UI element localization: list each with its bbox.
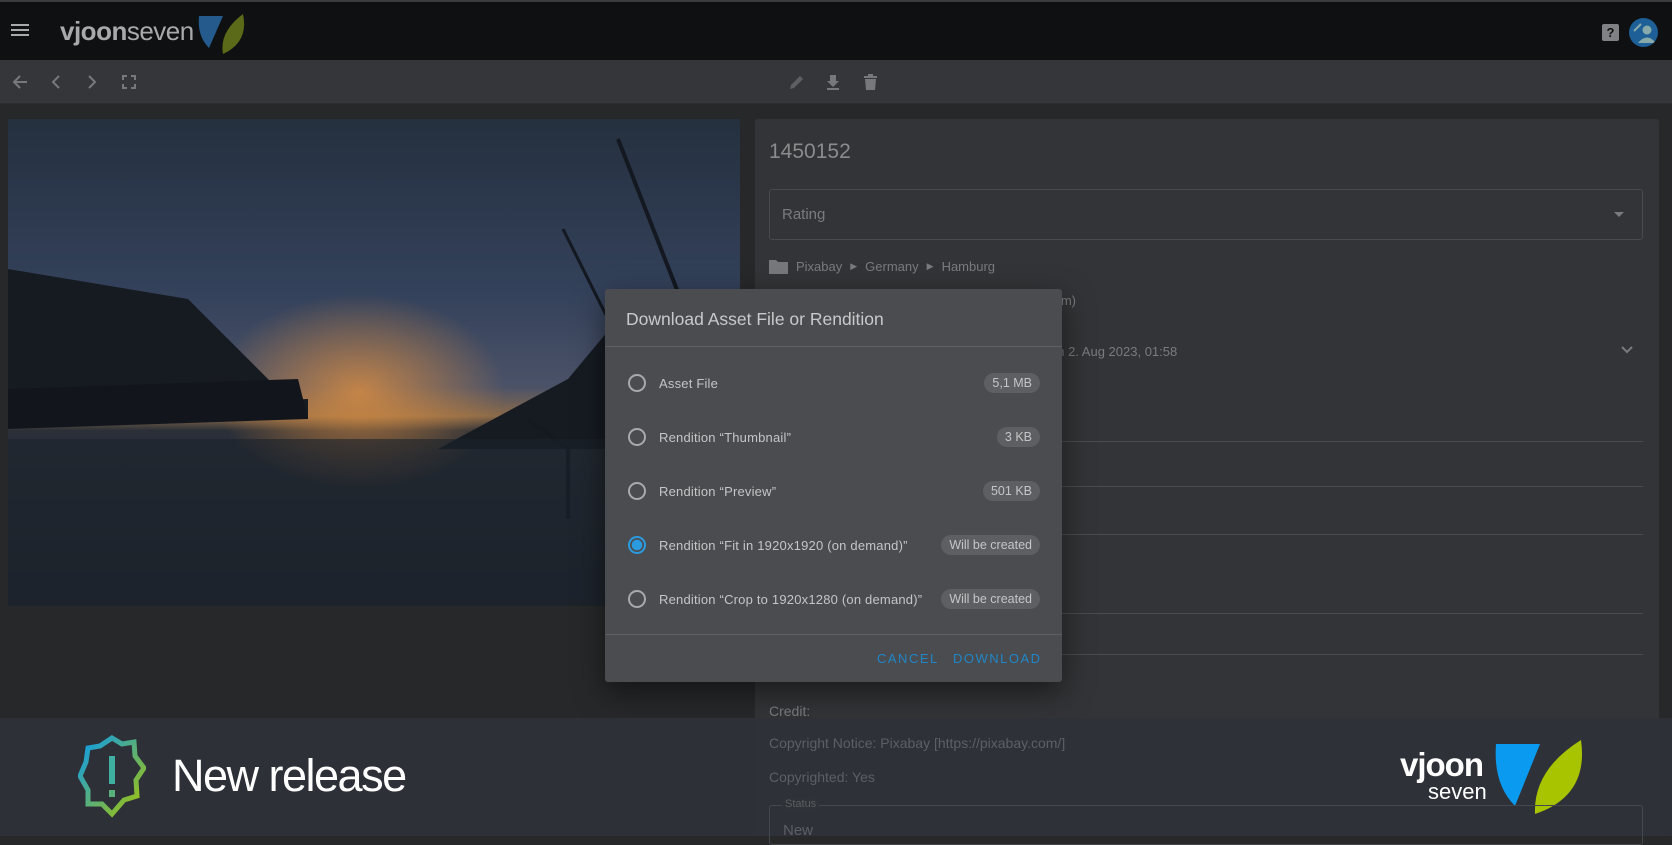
- size-badge: Will be created: [941, 535, 1040, 555]
- option-thumbnail[interactable]: Rendition “Thumbnail” 3 KB: [605, 417, 1062, 457]
- size-badge: 3 KB: [996, 427, 1040, 447]
- arrow-back-icon[interactable]: [8, 70, 32, 94]
- fullscreen-icon[interactable]: [117, 70, 141, 94]
- status-value: New: [783, 822, 814, 839]
- size-badge: 5,1 MB: [984, 373, 1040, 393]
- option-fit-1920[interactable]: Rendition “Fit in 1920x1920 (on demand)”…: [605, 525, 1062, 565]
- app-header: vjoonseven ?: [0, 0, 1672, 60]
- download-icon[interactable]: [821, 70, 845, 94]
- radio-button[interactable]: [628, 374, 646, 392]
- radio-button[interactable]: [628, 482, 646, 500]
- logo-mark-icon: [198, 14, 245, 54]
- option-label: Rendition “Preview”: [659, 483, 777, 499]
- option-label: Rendition “Crop to 1920x1280 (on demand)…: [659, 591, 923, 607]
- option-preview[interactable]: Rendition “Preview” 501 KB: [605, 471, 1062, 511]
- asset-title: 1450152: [769, 140, 851, 163]
- breadcrumb: Pixabay ▶ Germany ▶ Hamburg: [769, 259, 995, 274]
- folder-icon: [769, 260, 788, 274]
- breadcrumb-item[interactable]: Hamburg: [942, 259, 995, 274]
- download-button[interactable]: DOWNLOAD: [953, 651, 1042, 666]
- divider: [605, 346, 1062, 347]
- option-asset-file[interactable]: Asset File 5,1 MB: [605, 363, 1062, 403]
- delete-icon[interactable]: [858, 70, 882, 94]
- breadcrumb-item[interactable]: Germany: [865, 259, 918, 274]
- alert-badge-icon: [78, 735, 146, 818]
- rating-label: Rating: [782, 206, 826, 223]
- copyright-notice: Copyright Notice: Pixabay [https://pixab…: [769, 735, 1066, 751]
- option-crop-1920[interactable]: Rendition “Crop to 1920x1280 (on demand)…: [605, 579, 1062, 619]
- divider: [605, 634, 1062, 635]
- menu-icon[interactable]: [8, 16, 32, 44]
- viewer-toolbar: [0, 60, 1672, 104]
- radio-button-selected[interactable]: [628, 536, 646, 554]
- chevron-left-icon[interactable]: [44, 70, 68, 94]
- expand-chevron-icon[interactable]: [1620, 342, 1634, 360]
- option-label: Asset File: [659, 375, 719, 391]
- banner-text: New release: [172, 750, 407, 801]
- help-icon[interactable]: ?: [1602, 24, 1619, 41]
- status-label: Status: [782, 798, 820, 810]
- breadcrumb-item[interactable]: Pixabay: [796, 259, 842, 274]
- cancel-button[interactable]: CANCEL: [877, 651, 939, 666]
- breadcrumb-arrow-icon: ▶: [926, 261, 934, 271]
- rating-select[interactable]: Rating: [769, 189, 1643, 240]
- radio-button[interactable]: [628, 590, 646, 608]
- dialog-title: Download Asset File or Rendition: [626, 309, 884, 329]
- logo[interactable]: vjoonseven: [60, 16, 194, 47]
- option-label: Rendition “Fit in 1920x1920 (on demand)”: [659, 537, 908, 553]
- status-select[interactable]: Status New: [769, 798, 1643, 845]
- size-badge: 501 KB: [982, 481, 1040, 501]
- size-badge: Will be created: [941, 589, 1040, 609]
- dropdown-arrow-icon: [1614, 212, 1624, 222]
- credit-label: Credit:: [769, 703, 811, 719]
- banner-logo: vjoon seven: [1400, 746, 1487, 804]
- radio-button[interactable]: [628, 428, 646, 446]
- modified-date: on 2. Aug 2023, 01:58: [1050, 344, 1178, 359]
- chevron-right-icon[interactable]: [80, 70, 104, 94]
- breadcrumb-arrow-icon: ▶: [850, 261, 858, 271]
- avatar[interactable]: [1629, 18, 1658, 47]
- copyrighted: Copyrighted: Yes: [769, 769, 875, 785]
- option-label: Rendition “Thumbnail”: [659, 429, 792, 445]
- edit-icon[interactable]: [785, 70, 809, 94]
- download-dialog: Download Asset File or Rendition Asset F…: [605, 289, 1062, 682]
